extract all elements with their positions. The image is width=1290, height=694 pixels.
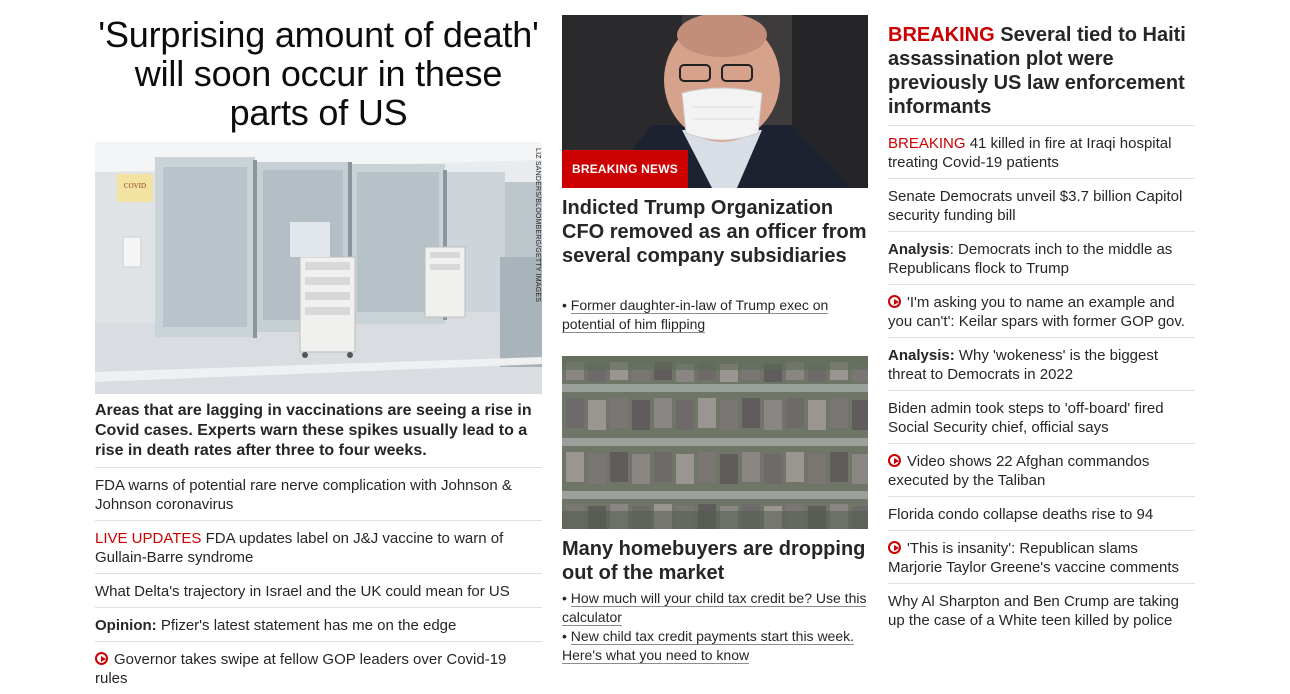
analysis-label: Analysis: [888,347,955,364]
list-item[interactable]: FDA warns of potential rare nerve compli… [95,467,542,520]
house-roof [808,400,826,430]
house-roof [632,454,650,484]
cfo-photo[interactable]: BREAKING NEWS [562,15,868,188]
list-item[interactable]: BREAKING 41 killed in fire at Iraqi hosp… [888,125,1195,178]
live-updates-label: LIVE UPDATES [95,530,202,547]
play-icon [888,454,901,467]
breaking-news-badge: BREAKING NEWS [562,150,688,188]
headline-list: BREAKING 41 killed in fire at Iraqi hosp… [888,125,1195,636]
house-roof [720,454,738,484]
lead-description[interactable]: Areas that are lagging in vaccinations a… [95,401,542,461]
house-roof [654,452,672,482]
list-item[interactable]: Senate Democrats unveil $3.7 billion Cap… [888,178,1195,231]
house-roof [764,454,782,484]
list-item: • How much will your child tax credit be… [562,590,867,626]
list-item[interactable]: LIVE UPDATES FDA updates label on J&J va… [95,520,542,573]
list-item: • New child tax credit payments start th… [562,628,855,664]
house-roof [632,400,650,430]
list-item[interactable]: Analysis: Why 'wokeness' is the biggest … [888,337,1195,390]
cfo-story-headline[interactable]: Indicted Trump Organization CFO removed … [562,196,868,268]
cfo-related-links: • Former daughter-in-law of Trump exec o… [562,296,868,334]
list-item: • Former daughter-in-law of Trump exec o… [562,297,829,333]
housing-aerial-image[interactable] [562,356,868,529]
list-item[interactable]: What Delta's trajectory in Israel and th… [95,573,542,607]
house-roof [852,454,868,484]
lead-headline[interactable]: 'Surprising amount of death' will soon o… [95,0,542,132]
house-roof [786,452,804,482]
breaking-label: BREAKING [888,135,966,152]
play-icon [888,541,901,554]
play-icon [95,652,108,665]
list-item[interactable]: Opinion: Pfizer's latest statement has m… [95,607,542,641]
list-item[interactable]: Analysis: Democrats inch to the middle a… [888,231,1195,284]
house-roof [566,398,584,428]
house-roof [786,398,804,428]
list-item[interactable]: Florida condo collapse deaths rise to 94 [888,496,1195,530]
house-roof [764,400,782,430]
house-roof [808,454,826,484]
house-roof [588,454,606,484]
breaking-label: BREAKING [888,24,995,46]
homebuyers-story-headline[interactable]: Many homebuyers are dropping out of the … [562,537,868,585]
house-roof [588,400,606,430]
house-roof [742,452,760,482]
image-credit: LIZ SANDERS/BLOOMBERG/GETTY IMAGES [534,148,541,303]
list-item[interactable]: Biden admin took steps to 'off-board' fi… [888,390,1195,443]
house-roof [742,398,760,428]
lead-story-column: 'Surprising amount of death' will soon o… [95,0,542,687]
related-link[interactable]: Former daughter-in-law of Trump exec on … [562,297,829,333]
covid-sign: COVID [124,182,146,190]
homebuyers-related-links: • How much will your child tax credit be… [562,589,868,665]
house-roof [654,398,672,428]
house-roof [566,452,584,482]
house-roof [830,398,848,428]
opinion-label: Opinion: [95,617,157,634]
house-roof [610,398,628,428]
house-roof [610,452,628,482]
house-roof [698,452,716,482]
related-stories-list: FDA warns of potential rare nerve compli… [95,467,542,694]
house-roof [830,452,848,482]
related-link[interactable]: New child tax credit payments start this… [562,628,855,664]
related-link[interactable]: How much will your child tax credit be? … [562,590,867,626]
list-item[interactable]: Why Al Sharpton and Ben Crump are taking… [888,583,1195,636]
house-roof [698,398,716,428]
hospital-hallway-image[interactable]: COVID LIZ SANDERS/BLOOMBERG/GETTY IMAGES [95,142,542,394]
breaking-headline[interactable]: BREAKING Several tied to Haiti assassina… [888,23,1195,119]
house-roof [720,400,738,430]
list-item[interactable]: Governor takes swipe at fellow GOP leade… [95,641,542,694]
list-item[interactable]: 'This is insanity': Republican slams Mar… [888,530,1195,583]
list-item[interactable]: Video shows 22 Afghan commandos executed… [888,443,1195,496]
house-roof [676,400,694,430]
analysis-label: Analysis [888,241,950,258]
list-item[interactable]: 'I'm asking you to name an example and y… [888,284,1195,337]
house-roof [676,454,694,484]
house-roof [852,400,868,430]
play-icon [888,295,901,308]
